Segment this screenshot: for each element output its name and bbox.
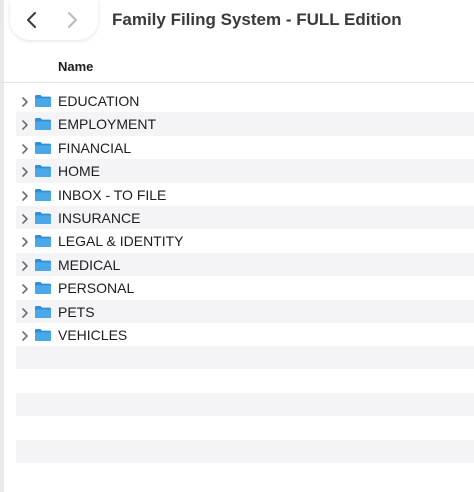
back-button[interactable] <box>10 0 52 40</box>
folder-row[interactable]: EMPLOYMENT <box>16 112 474 136</box>
disclosure-chevron-icon[interactable] <box>20 329 30 341</box>
folder-name: FINANCIAL <box>58 139 132 156</box>
folder-row[interactable]: FINANCIAL <box>0 136 474 159</box>
disclosure-chevron-icon[interactable] <box>20 212 30 224</box>
empty-row <box>16 416 474 439</box>
name-column-header[interactable]: Name <box>58 59 93 74</box>
folder-icon <box>34 141 52 155</box>
toolbar: Family Filing System - FULL Edition <box>0 0 474 44</box>
folder-row[interactable]: INBOX - TO FILE <box>0 183 474 206</box>
disclosure-chevron-icon[interactable] <box>20 259 30 271</box>
folder-row[interactable]: EDUCATION <box>0 89 474 112</box>
chevron-right-icon <box>68 12 77 28</box>
disclosure-chevron-icon[interactable] <box>20 189 30 201</box>
disclosure-chevron-icon[interactable] <box>20 95 30 107</box>
folder-icon <box>34 258 52 272</box>
empty-row <box>16 346 474 370</box>
disclosure-chevron-icon[interactable] <box>20 282 30 294</box>
folder-name: INSURANCE <box>58 209 141 226</box>
folder-name: EDUCATION <box>58 93 140 109</box>
disclosure-chevron-icon[interactable] <box>20 165 30 177</box>
folder-name: MEDICAL <box>58 256 121 273</box>
folder-name: INBOX - TO FILE <box>58 186 167 203</box>
empty-rows <box>16 346 474 486</box>
empty-row <box>16 392 474 417</box>
folder-icon <box>34 164 52 178</box>
disclosure-chevron-icon[interactable] <box>20 142 30 154</box>
folder-row[interactable]: MEDICAL <box>16 252 474 277</box>
folder-row[interactable]: VEHICLES <box>0 323 474 346</box>
empty-row <box>16 439 474 463</box>
window-title: Family Filing System - FULL Edition <box>112 10 402 29</box>
folder-icon <box>34 211 52 225</box>
empty-row <box>16 463 474 486</box>
folder-row[interactable]: LEGAL & IDENTITY <box>0 229 474 252</box>
empty-row <box>16 369 474 392</box>
folder-row[interactable]: PERSONAL <box>0 276 474 299</box>
folder-row[interactable]: HOME <box>16 159 474 183</box>
disclosure-chevron-icon[interactable] <box>20 235 30 248</box>
folder-row[interactable]: PETS <box>16 299 474 323</box>
folder-icon <box>34 94 52 108</box>
folder-name: PERSONAL <box>58 280 135 297</box>
folder-name: LEGAL & IDENTITY <box>58 233 184 250</box>
folder-icon <box>34 188 52 202</box>
folder-icon <box>34 117 52 131</box>
folder-icon <box>34 328 52 342</box>
disclosure-chevron-icon[interactable] <box>20 306 30 318</box>
chevron-left-icon <box>27 12 36 28</box>
file-list: EDUCATION EMPLOYMENT FINANCIAL HOME INBOX - … <box>0 89 474 346</box>
folder-name: PETS <box>58 303 95 320</box>
forward-button[interactable] <box>52 0 94 40</box>
folder-name: VEHICLES <box>58 326 128 343</box>
folder-name: HOME <box>58 163 100 180</box>
finder-window: Family Filing System - FULL Edition Name… <box>0 0 474 492</box>
folder-row[interactable]: INSURANCE <box>16 205 474 230</box>
navigation-buttons <box>10 0 98 40</box>
folder-icon <box>34 234 52 248</box>
column-header: Name <box>0 54 474 83</box>
folder-icon <box>34 305 52 319</box>
disclosure-chevron-icon[interactable] <box>20 118 30 131</box>
folder-name: EMPLOYMENT <box>58 116 157 133</box>
folder-icon <box>34 281 52 295</box>
